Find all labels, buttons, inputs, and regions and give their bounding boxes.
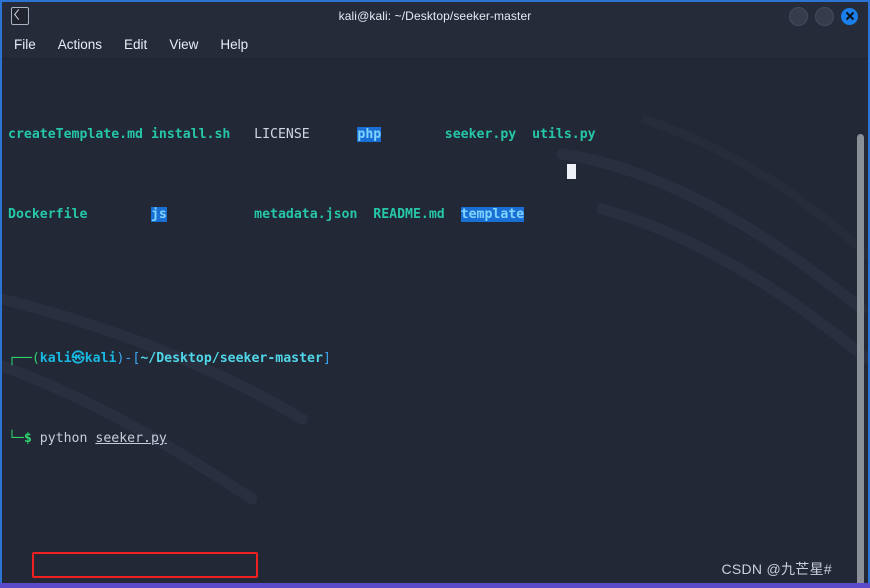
ls-entry-readme: README.md xyxy=(373,207,445,222)
window-title: kali@kali: ~/Desktop/seeker-master xyxy=(338,9,532,23)
prompt-at-icon: ㉿ xyxy=(71,351,85,366)
screenshot-root: Trash password.txt kali@kali: ~/Desktop/… xyxy=(0,0,870,588)
ls-entry-license: LICENSE xyxy=(254,127,310,142)
terminal-scrollbar[interactable] xyxy=(857,134,864,586)
terminal-block-cursor xyxy=(567,164,576,179)
ls-row: createTemplate.md install.sh LICENSE php… xyxy=(8,127,868,143)
minimize-button[interactable] xyxy=(789,6,808,26)
ls-entry-utilspy: utils.py xyxy=(532,127,596,142)
terminal-window: kali@kali: ~/Desktop/seeker-master File … xyxy=(0,0,870,588)
maximize-button[interactable] xyxy=(815,6,834,26)
prompt-path: ~/Desktop/seeker-master xyxy=(140,351,323,366)
desktop-taskbar-strip xyxy=(0,583,870,588)
prompt-mid: )-[ xyxy=(116,351,141,366)
ls-entry-dockerfile: Dockerfile xyxy=(8,207,88,222)
ls-entry-seekerpy: seeker.py xyxy=(444,127,517,142)
prompt-dollar: $ xyxy=(23,431,32,446)
menu-help[interactable]: Help xyxy=(218,36,250,53)
ls-entry-metadatajson: metadata.json xyxy=(254,207,358,222)
prompt-user: kali xyxy=(39,351,72,366)
watermark-label: CSDN @九芒星# xyxy=(721,561,832,577)
ls-entry-installsh: install.sh xyxy=(150,127,231,142)
prompt-close: ] xyxy=(322,351,331,366)
menubar: File Actions Edit View Help xyxy=(2,30,868,59)
shell-prompt-bottom: └─$ python seeker.py xyxy=(8,431,868,447)
prompt-corner: ┌──( xyxy=(8,351,40,366)
prompt-host: kali xyxy=(84,351,117,366)
ls-entry-createtemplate: createTemplate.md xyxy=(8,127,143,142)
menu-view[interactable]: View xyxy=(167,36,200,53)
ls-entry-php: php xyxy=(357,127,382,142)
ls-entry-template: template xyxy=(460,207,525,222)
menu-file[interactable]: File xyxy=(12,36,38,53)
shell-prompt-top: ┌──(kali㉿kali)-[~/Desktop/seeker-master] xyxy=(8,351,868,367)
ls-entry-js: js xyxy=(150,207,167,222)
ls-row: Dockerfile js metadata.json README.md te… xyxy=(8,207,868,223)
menu-edit[interactable]: Edit xyxy=(122,36,149,53)
window-titlebar[interactable]: kali@kali: ~/Desktop/seeker-master xyxy=(2,2,868,30)
command-text: python xyxy=(39,431,96,446)
menu-actions[interactable]: Actions xyxy=(56,36,104,53)
prompt-elbow: └─ xyxy=(8,431,24,446)
command-target: seeker.py xyxy=(95,431,167,446)
terminal-body[interactable]: createTemplate.md install.sh LICENSE php… xyxy=(2,59,868,586)
terminal-text: createTemplate.md install.sh LICENSE php… xyxy=(2,59,868,586)
close-button[interactable] xyxy=(841,7,858,25)
window-controls xyxy=(789,6,858,26)
